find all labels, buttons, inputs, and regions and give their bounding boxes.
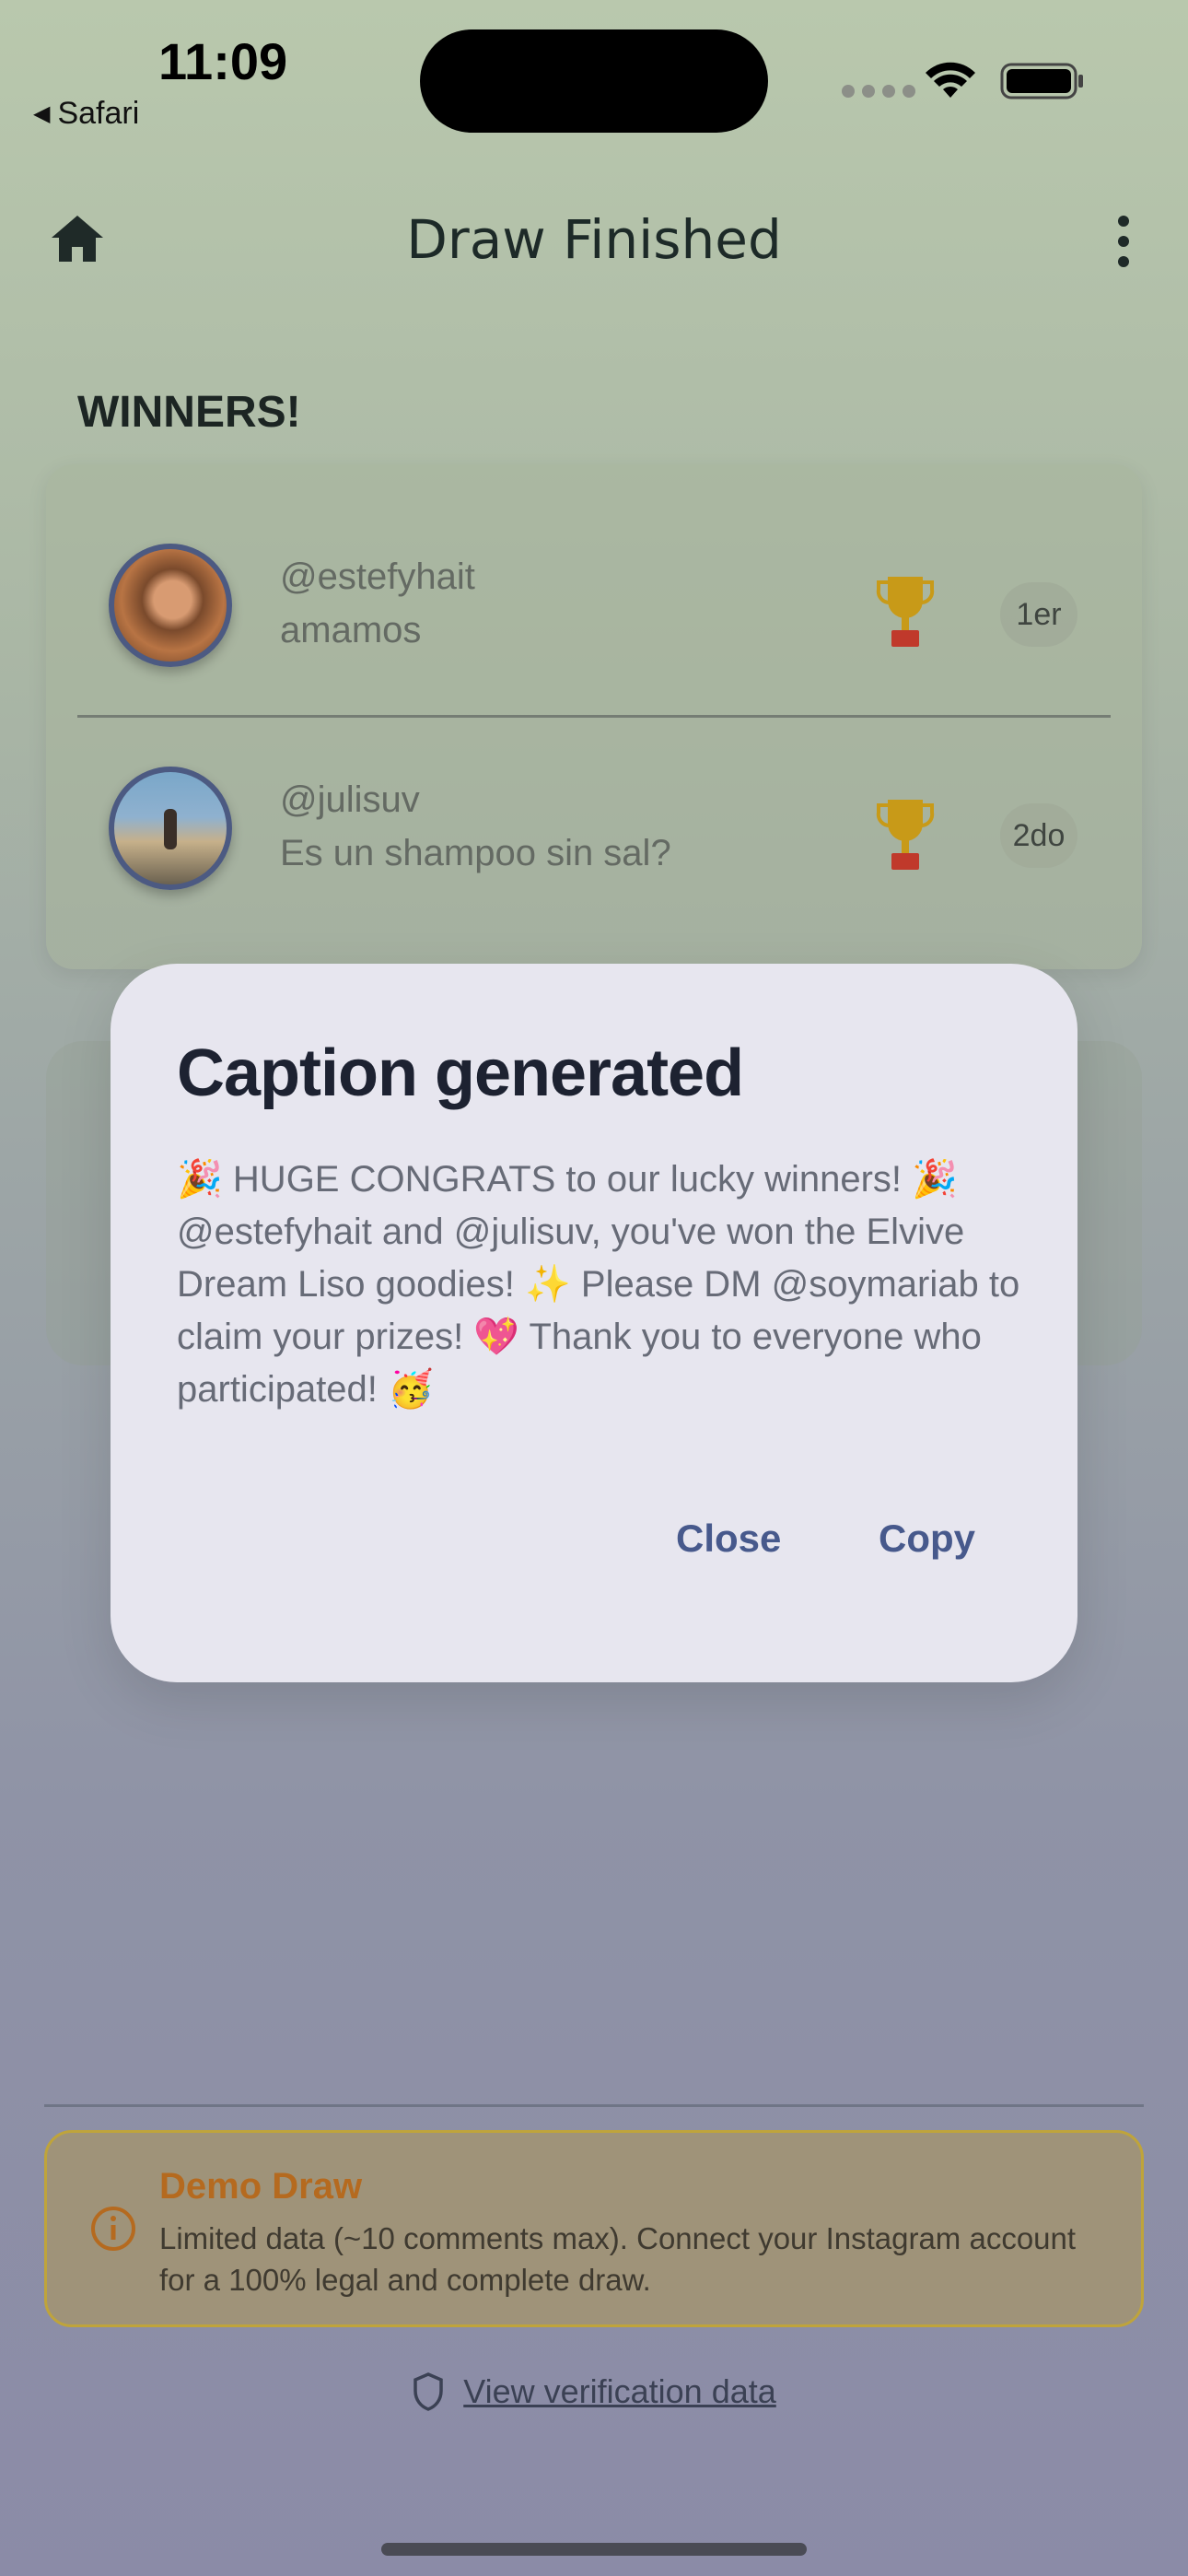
winner-handle: @julisuv xyxy=(280,779,420,820)
avatar xyxy=(109,544,232,667)
winners-card: @estefyhait amamos 1er @julisuv Es un sh… xyxy=(46,464,1142,969)
trophy-icon xyxy=(876,800,935,870)
wifi-icon xyxy=(926,62,975,98)
home-indicator[interactable] xyxy=(381,2543,807,2556)
winners-heading: WINNERS! xyxy=(77,388,301,437)
close-button[interactable]: Close xyxy=(676,1516,781,1561)
winner-comment: amamos xyxy=(280,610,422,650)
verification-link[interactable]: View verification data xyxy=(0,2371,1188,2412)
rank-badge: 2do xyxy=(1000,803,1077,868)
copy-button[interactable]: Copy xyxy=(879,1516,975,1561)
trophy-icon xyxy=(876,577,935,647)
dialog-title: Caption generated xyxy=(177,1036,744,1110)
verification-link-label[interactable]: View verification data xyxy=(463,2372,776,2411)
shield-icon xyxy=(413,2372,443,2411)
avatar xyxy=(109,767,232,890)
battery-icon xyxy=(1000,63,1083,100)
page-title: Draw Finished xyxy=(406,208,782,271)
winner-handle: @estefyhait xyxy=(280,556,475,597)
bottom-divider xyxy=(44,2104,1144,2107)
winner-row[interactable]: @julisuv Es un shampoo sin sal? 2do xyxy=(46,689,1142,910)
back-app-label: Safari xyxy=(57,96,140,131)
info-icon xyxy=(91,2207,135,2251)
demo-title: Demo Draw xyxy=(159,2166,363,2207)
winner-comment: Es un shampoo sin sal? xyxy=(280,833,671,873)
status-time: 11:09 xyxy=(158,32,288,90)
dynamic-island xyxy=(420,29,768,133)
more-vertical-icon[interactable] xyxy=(1105,214,1142,269)
caption-dialog: Caption generated 🎉 HUGE CONGRATS to our… xyxy=(111,964,1077,1682)
demo-banner: Demo Draw Limited data (~10 comments max… xyxy=(44,2130,1144,2327)
demo-text: Limited data (~10 comments max). Connect… xyxy=(159,2221,1077,2297)
winner-row[interactable]: @estefyhait amamos 1er xyxy=(46,464,1142,685)
back-triangle-icon: ◀ xyxy=(33,101,51,126)
rank-badge: 1er xyxy=(1000,582,1077,647)
signal-icon xyxy=(842,85,915,98)
dialog-body: 🎉 HUGE CONGRATS to our lucky winners! 🎉 … xyxy=(177,1159,1031,1410)
back-to-app[interactable]: ◀ Safari xyxy=(33,96,139,132)
